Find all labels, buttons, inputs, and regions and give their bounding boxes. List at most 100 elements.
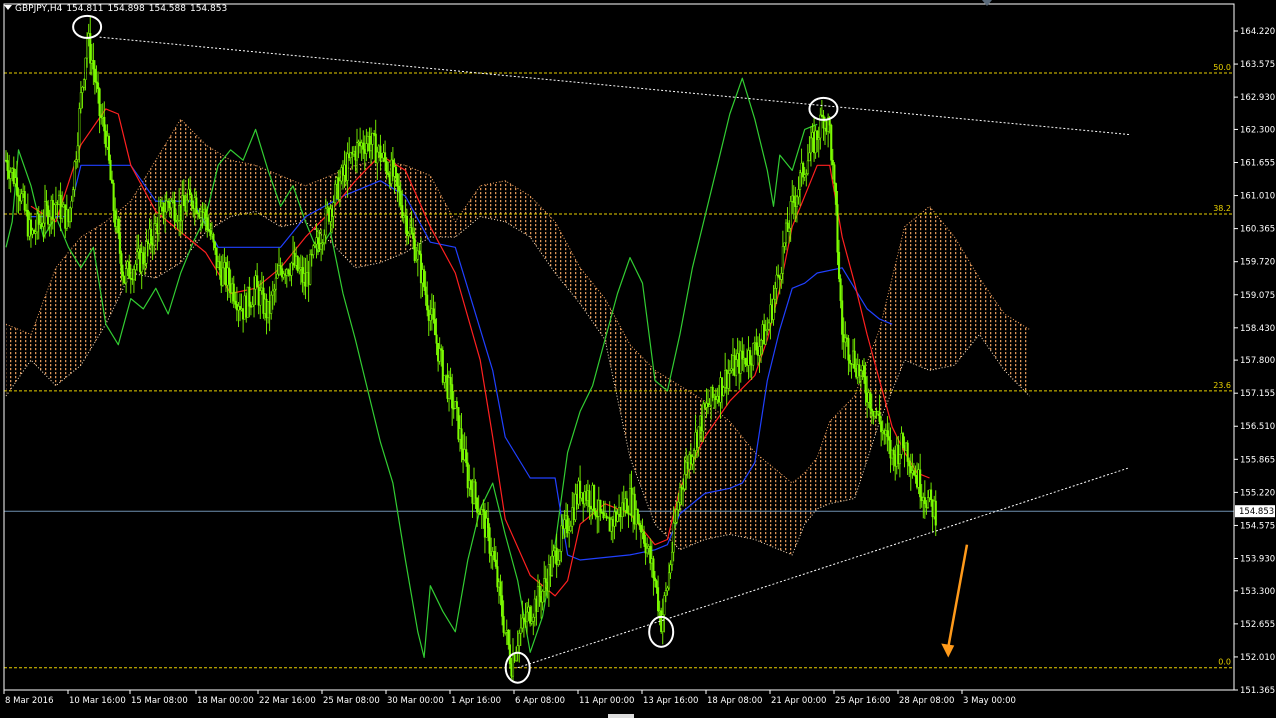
y-tick-label: 154.575 [1240,521,1275,531]
candle [270,291,273,320]
x-tick-label: 22 Mar 16:00 [259,696,316,706]
chart-header[interactable]: GBPJPY,H4 154.811 154.898 154.588 154.853 [4,4,231,14]
y-tick-label: 163.575 [1240,60,1275,70]
candle [588,484,591,520]
trendline-upper [99,36,1130,136]
candle [625,490,628,514]
x-tick-label: 18 Apr 08:00 [707,696,762,706]
x-tick-label: 28 Apr 08:00 [899,696,954,706]
x-tick-label: 21 Apr 00:00 [771,696,826,706]
candle [438,337,441,365]
y-tick-label: 162.300 [1240,125,1275,135]
candle [488,523,491,563]
candle [221,254,224,287]
x-tick-label: 13 Apr 16:00 [643,696,698,706]
candle [369,127,373,165]
candle [795,194,798,223]
candle [429,299,432,331]
y-tick-label: 151.365 [1240,686,1275,696]
candle [365,128,368,162]
y-tick-label: 164.220 [1240,27,1275,37]
candle [844,321,847,360]
y-tick-label: 152.010 [1240,653,1275,663]
candle [107,133,111,164]
candle [847,335,850,376]
y-tick-label: 160.365 [1240,225,1275,235]
y-tick-label: 152.655 [1240,620,1275,630]
y-tick-label: 159.075 [1240,291,1275,301]
y-tick-label: 155.865 [1240,455,1275,465]
candle [23,185,26,213]
price-chart[interactable]: 50.0 38.2 23.6 0.0 164.220 163.575 162.930 162… [0,0,1276,718]
candle [758,333,761,373]
candle [550,539,554,577]
x-tick-label: 15 Mar 08:00 [131,696,188,706]
candle [850,363,853,379]
candle [238,293,242,322]
candle [98,87,101,134]
low-value: 154.588 [148,4,186,14]
candle [256,263,259,288]
y-tick-label: 159.720 [1240,258,1275,268]
swing-point-circles [72,14,839,684]
candle [493,538,496,562]
candle [274,263,277,303]
x-tick-label: 30 Mar 00:00 [387,696,444,706]
candle [886,416,889,452]
candle [599,499,602,521]
candle [605,512,608,522]
candle [906,440,909,476]
candle [636,508,639,525]
arrow-head [941,643,955,658]
y-tick-label: 161.655 [1240,158,1275,168]
candle [802,161,805,185]
candle [819,107,822,150]
candle [764,319,767,345]
candle [68,206,72,229]
y-tick-label: 156.510 [1240,422,1275,432]
candle [547,554,550,607]
candle [362,130,365,160]
candle [43,184,47,239]
x-tick-label: 18 Mar 00:00 [197,696,254,706]
scroll-thumb [608,714,634,718]
candle [749,347,752,378]
candle [777,264,780,278]
fib-level-label: 50.0 [1213,63,1231,72]
y-tick-label: 153.300 [1240,587,1275,597]
candles [4,17,937,682]
candle [652,555,655,596]
candle [259,280,262,320]
x-tick-label: 10 Mar 16:00 [69,696,126,706]
x-tick-label: 25 Apr 16:00 [835,696,890,706]
candle [480,504,483,529]
candle [923,480,926,519]
candle [830,123,833,166]
candle [814,125,817,159]
shift-marker-icon[interactable] [982,0,992,6]
candle [727,359,730,395]
candle [613,503,616,540]
arrow-shaft [947,544,969,648]
candle [419,237,423,299]
candle [934,490,937,537]
dropdown-triangle-icon[interactable] [4,5,12,10]
candle [798,169,802,207]
x-tick-label: 6 Apr 08:00 [515,696,565,706]
ichimoku-cloud [5,118,1030,556]
candle [504,632,507,636]
fib-level-label: 23.6 [1213,381,1231,390]
x-tick-label: 25 Mar 08:00 [323,696,380,706]
x-tick-label: 8 Mar 2016 [5,696,53,706]
candle [359,127,362,154]
candle [418,243,421,256]
time-axis: 8 Mar 2016 10 Mar 16:00 15 Mar 08:00 18 Mar… [3,690,1016,718]
y-tick-label: 155.220 [1240,488,1275,498]
candle [443,374,446,389]
x-tick-label: 3 May 00:00 [963,696,1016,706]
candle [89,17,92,76]
x-tick-label: 1 Apr 16:00 [451,696,501,706]
candle [368,127,371,159]
y-tick-label: 157.800 [1240,356,1275,366]
candle [649,538,652,571]
